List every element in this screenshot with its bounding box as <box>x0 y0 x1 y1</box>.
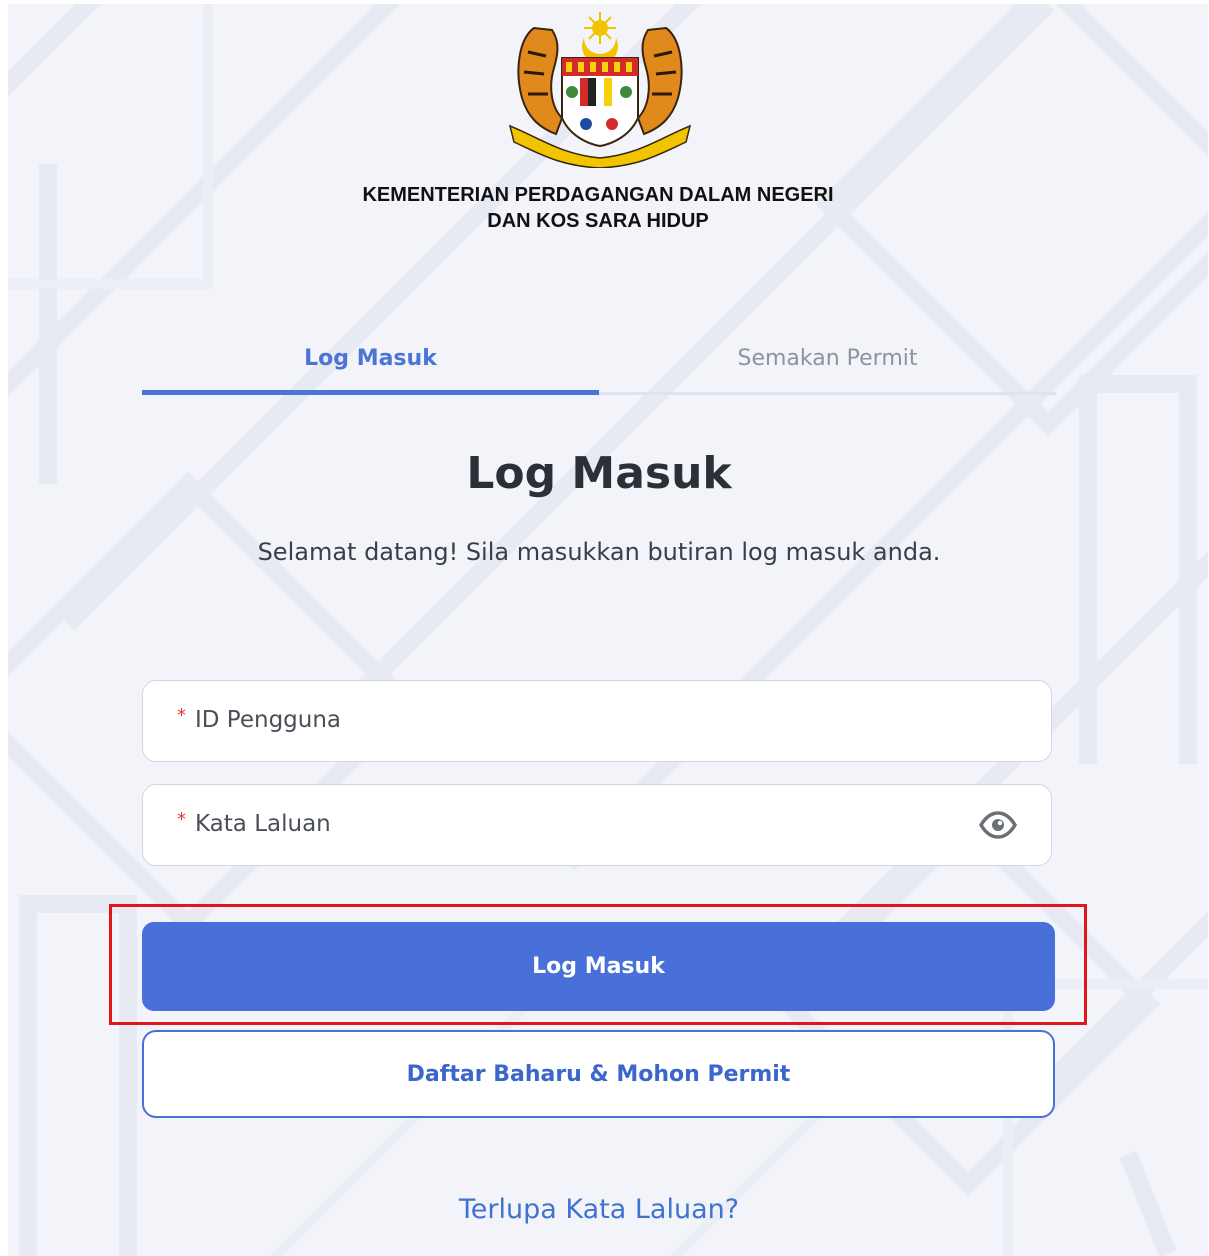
tab-log-masuk[interactable]: Log Masuk <box>142 334 599 395</box>
password-input[interactable] <box>143 785 1051 865</box>
page-subtitle: Selamat datang! Sila masukkan butiran lo… <box>257 538 941 566</box>
forgot-password-link[interactable]: Terlupa Kata Laluan? <box>142 1194 1056 1225</box>
login-page: KEMENTERIAN PERDAGANGAN DALAM NEGERI DAN… <box>8 4 1208 1256</box>
tab-semakan-permit[interactable]: Semakan Permit <box>599 334 1056 395</box>
tab-bar: Log Masuk Semakan Permit <box>142 334 1056 395</box>
eye-icon[interactable] <box>979 810 1017 840</box>
required-mark: * <box>177 809 186 830</box>
required-mark: * <box>177 705 186 726</box>
username-field[interactable]: * ID Pengguna <box>142 680 1052 762</box>
login-button[interactable]: Log Masuk <box>142 922 1055 1011</box>
ministry-name: KEMENTERIAN PERDAGANGAN DALAM NEGERI DAN… <box>208 182 988 234</box>
ministry-name-line-2: DAN KOS SARA HIDUP <box>487 210 709 232</box>
ministry-name-line-1: KEMENTERIAN PERDAGANGAN DALAM NEGERI <box>362 184 834 206</box>
page-title: Log Masuk <box>466 448 732 499</box>
malaysia-coat-of-arms-icon <box>508 12 692 168</box>
register-button[interactable]: Daftar Baharu & Mohon Permit <box>142 1030 1055 1118</box>
password-field[interactable]: * Kata Laluan <box>142 784 1052 866</box>
username-input[interactable] <box>143 681 1051 761</box>
